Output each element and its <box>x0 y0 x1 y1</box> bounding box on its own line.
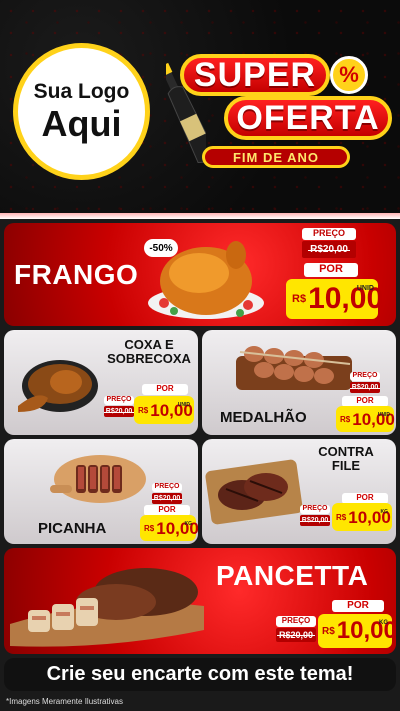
product-name-line-2: FILE <box>331 458 361 474</box>
new-price: R$ 10,00 UNID <box>134 396 194 424</box>
header-banner: Sua Logo Aqui SUPER % OFERTA FIM DE ANO <box>0 0 400 213</box>
preco-label: PREÇO <box>276 616 316 627</box>
product-card-picanha[interactable]: PICANHA PREÇO R$20,00 POR R$ 10,00 KG <box>4 439 198 544</box>
por-label: POR <box>332 600 384 612</box>
product-card-coxa-sobrecoxa[interactable]: COXA E SOBRECOXA PREÇO R$20,00 POR R$ 10… <box>4 330 198 435</box>
old-price: R$20,00 <box>103 406 135 417</box>
old-price-value: R$20,00 <box>299 517 331 524</box>
por-label: POR <box>142 384 188 395</box>
old-price-value: R$20,00 <box>349 384 381 391</box>
chicken-leg-pan-image <box>18 360 98 412</box>
logo-line-2: Aqui <box>41 103 122 144</box>
old-price-value: R$20,00 <box>308 244 350 255</box>
old-price: R$20,00 <box>151 493 183 504</box>
roast-chicken-image <box>148 241 264 319</box>
steaks-board-image <box>205 459 303 525</box>
cta-banner[interactable]: Crie seu encarte com este tema! <box>4 658 396 691</box>
new-price: R$ 10,00 UNID <box>286 279 383 319</box>
product-name: COXA E SOBRECOXA <box>104 337 194 367</box>
old-price: R$20,00 <box>302 241 356 258</box>
new-price: R$ 10,00 KG <box>332 503 392 531</box>
currency-symbol: R$ <box>292 293 307 305</box>
new-price: R$ 10,00 KG <box>318 614 396 648</box>
old-price: R$20,00 <box>276 628 316 642</box>
logo-placeholder: Sua Logo Aqui <box>13 43 150 180</box>
currency-symbol: R$ <box>138 405 149 415</box>
picanha-board-image <box>50 455 146 503</box>
currency-symbol: R$ <box>336 512 347 522</box>
preco-label: PREÇO <box>302 228 356 240</box>
oferta-label: OFERTA <box>224 96 392 140</box>
currency-symbol: R$ <box>322 625 335 637</box>
preco-label: PREÇO <box>152 483 182 492</box>
product-name: MEDALHÃO <box>220 409 307 426</box>
price-unit: UNID <box>356 285 374 292</box>
product-name: FRANGO <box>14 259 139 290</box>
preco-label: PREÇO <box>300 505 330 514</box>
new-price: R$ 10,00 KG <box>140 515 198 541</box>
price-unit: KG <box>379 620 388 626</box>
por-label: POR <box>304 263 358 277</box>
product-card-frango[interactable]: FRANGO -50% PREÇO R$20,00 POR R$ 10,00 U… <box>4 223 396 326</box>
super-oferta-badge: SUPER % OFERTA FIM DE ANO <box>166 48 392 168</box>
new-price: R$ 10,00 UNID <box>336 406 395 432</box>
old-price-value: R$20,00 <box>276 630 316 640</box>
product-card-medalhao[interactable]: MEDALHÃO PREÇO R$20,00 POR R$ 10,00 UNID <box>202 330 396 435</box>
preco-label: PREÇO <box>350 372 380 381</box>
product-name: PANCETTA <box>216 560 369 591</box>
fim-de-ano-label: FIM DE ANO <box>202 146 350 168</box>
preco-label: PREÇO <box>104 396 134 405</box>
product-card-pancetta[interactable]: PANCETTA PREÇO R$20,00 POR R$ 10,00 KG <box>4 548 396 654</box>
percent-icon: % <box>330 56 368 94</box>
old-price-value: R$20,00 <box>151 495 183 502</box>
product-name-line-1: COXA E <box>124 337 174 352</box>
price-unit: UNID <box>177 402 190 408</box>
old-price: R$20,00 <box>299 515 331 526</box>
currency-symbol: R$ <box>144 523 155 533</box>
pancetta-board-image <box>10 568 204 647</box>
product-name: PICANHA <box>38 520 107 537</box>
product-name-line-1: CONTRA <box>318 444 374 459</box>
medalhao-skewers-image <box>236 346 352 390</box>
price-unit: KG <box>184 521 193 527</box>
old-price: R$20,00 <box>349 382 381 393</box>
price-unit: UNID <box>377 412 390 418</box>
super-label: SUPER <box>180 54 330 96</box>
product-card-contra-file[interactable]: CONTRA FILE PREÇO R$20,00 POR R$ 10,00 K… <box>202 439 396 544</box>
currency-symbol: R$ <box>340 414 351 424</box>
price-unit: KG <box>380 509 389 515</box>
old-price-value: R$20,00 <box>103 408 135 415</box>
product-name: CONTRA FILE <box>306 444 386 474</box>
logo-line-1: Sua Logo <box>33 80 130 103</box>
footnote: *Imagens Meramente Ilustrativas <box>6 697 123 706</box>
product-name-line-2: SOBRECOXA <box>107 351 191 367</box>
